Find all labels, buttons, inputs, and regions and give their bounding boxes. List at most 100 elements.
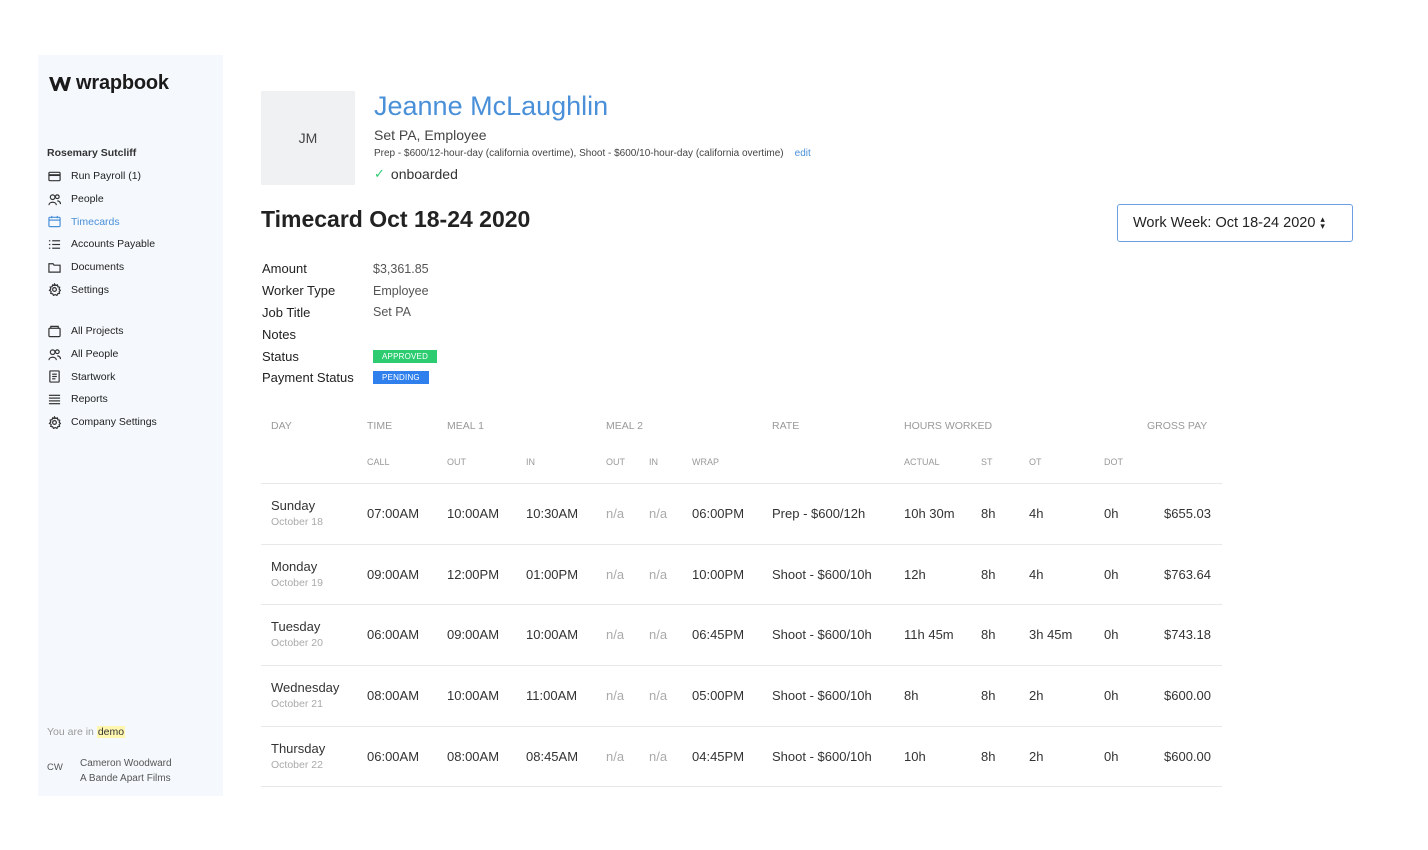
detail-value: Set PA [373,305,411,320]
onboarding-status: ✓ onboarded [374,166,458,182]
sidebar-item-timecards[interactable]: Timecards [47,210,155,233]
cell-wrap: 10:00PM [692,566,745,582]
cell-meal2-in: n/a [649,627,668,643]
col-header-hours-worked: HOURS WORKED [904,420,993,432]
cell-meal2-in: n/a [649,748,668,764]
page-title: Timecard Oct 18-24 2020 [261,206,531,232]
cell-meal2-in: n/a [649,688,668,704]
cell-actual: 12h [904,566,926,582]
gear-icon [47,282,62,297]
col-header-meal1: MEAL 1 [447,420,484,432]
sidebar-item-label: All People [71,348,119,361]
document-icon [47,369,62,384]
detail-row-amount: Amount $3,361.85 [262,258,437,280]
cell-meal2-out: n/a [606,627,625,643]
user-company: A Bande Apart Films [80,773,171,784]
detail-row-notes: Notes [262,323,437,345]
sidebar-item-settings[interactable]: Settings [47,278,155,301]
user-initials: CW [47,762,63,773]
sidebar-item-all-people[interactable]: All People [47,343,157,366]
sub-header-st: ST [981,457,993,467]
detail-label: Worker Type [262,283,336,299]
edit-rates-link[interactable]: edit [795,148,811,159]
sidebar-item-documents[interactable]: Documents [47,256,155,279]
sub-header-ot: OT [1029,457,1042,467]
cell-st: 8h [981,566,996,582]
table-row[interactable]: Sunday October 18 07:00AM 10:00AM 10:30A… [261,484,1222,545]
cell-meal2-out: n/a [606,688,625,704]
cell-actual: 10h 30m [904,506,955,521]
sidebar-item-startwork[interactable]: Startwork [47,365,157,388]
col-header-day: DAY [271,420,292,432]
select-arrows-icon: ▴ ▾ [1320,214,1325,231]
sidebar-item-label: Timecards [71,215,120,228]
cell-wrap: 05:00PM [692,688,745,704]
list-icon [47,237,62,252]
detail-label: Status [262,348,299,364]
cell-actual: 11h 45m [904,627,954,643]
sidebar-item-all-projects[interactable]: All Projects [47,320,157,343]
sub-header-dot: DOT [1104,457,1123,467]
cell-day: Monday [271,558,318,574]
detail-row-worker-type: Worker Type Employee [262,280,437,302]
sidebar-item-accounts-payable[interactable]: Accounts Payable [47,233,155,256]
detail-label: Amount [262,261,307,277]
cell-rate: Shoot - $600/10h [772,627,872,643]
table-sub-header: CALL OUT IN OUT IN WRAP ACTUAL ST OT DOT [261,444,1222,484]
cell-wrap: 06:45PM [692,627,745,643]
cell-meal1-in: 01:00PM [526,566,579,582]
sub-header-meal2-out: OUT [606,457,625,467]
env-name: demo [96,726,126,738]
payment-status-badge: PENDING [373,371,429,385]
cell-gross-pay: $763.64 [1164,566,1211,582]
table-row[interactable]: Tuesday October 20 06:00AM 09:00AM 10:00… [261,605,1222,667]
person-name[interactable]: Jeanne McLaughlin [374,91,608,122]
detail-label: Job Title [262,304,311,320]
sidebar-item-run-payroll[interactable]: Run Payroll (1) [47,165,155,188]
sidebar-item-company-settings[interactable]: Company Settings [47,411,157,434]
cell-meal1-out: 09:00AM [447,627,500,643]
work-week-select[interactable]: Work Week: Oct 18-24 2020 ▴ ▾ [1117,204,1353,242]
person-role: Set PA, Employee [374,127,487,143]
col-header-rate: RATE [772,420,800,432]
cell-rate: Prep - $600/12h [772,506,866,521]
wrapbook-logo-icon [49,76,71,91]
sidebar-item-label: Run Payroll [71,170,126,183]
cell-call: 08:00AM [367,688,420,704]
logo[interactable]: wrapbook [49,72,169,95]
sidebar-item-people[interactable]: People [47,188,155,211]
cell-actual: 8h [904,688,919,704]
cell-ot: 4h [1029,506,1044,521]
detail-label: Notes [262,326,296,342]
sidebar-item-label: Settings [71,283,109,296]
user-menu[interactable]: CW Cameron Woodward A Bande Apart Films [47,756,172,786]
sub-header-call: CALL [367,457,390,467]
sidebar-item-label: Documents [71,261,125,274]
detail-value: Employee [373,283,429,298]
sidebar-item-reports[interactable]: Reports [47,388,157,411]
cell-ot: 3h 45m [1029,627,1073,643]
cell-ot: 2h [1029,688,1044,704]
table-row[interactable]: Wednesday October 21 08:00AM 10:00AM 11:… [261,666,1222,727]
cell-meal1-in: 08:45AM [526,748,579,764]
cell-ot: 2h [1029,748,1044,764]
org-name: Rosemary Sutcliff [47,147,137,159]
cell-rate: Shoot - $600/10h [772,688,872,704]
cell-meal1-in: 10:30AM [526,506,579,521]
cell-meal1-in: 11:00AM [526,688,578,704]
status-badge: APPROVED [373,349,438,363]
sidebar-item-label: People [71,193,104,206]
sub-header-meal2-in: IN [649,457,658,467]
environment-indicator: You are in demo [47,726,126,738]
sub-header-meal1-out: OUT [447,457,466,467]
cell-wrap: 04:45PM [692,748,745,764]
cell-st: 8h [981,627,996,643]
cell-st: 8h [981,688,996,704]
cell-wrap: 06:00PM [692,506,745,521]
table-row[interactable]: Thursday October 22 06:00AM 08:00AM 08:4… [261,727,1222,788]
rates-text: Prep - $600/12-hour-day (california over… [374,148,784,159]
cell-day: Thursday [271,740,326,756]
table-row[interactable]: Monday October 19 09:00AM 12:00PM 01:00P… [261,545,1222,606]
cell-call: 07:00AM [367,506,420,521]
cell-meal1-out: 10:00AM [447,506,500,521]
